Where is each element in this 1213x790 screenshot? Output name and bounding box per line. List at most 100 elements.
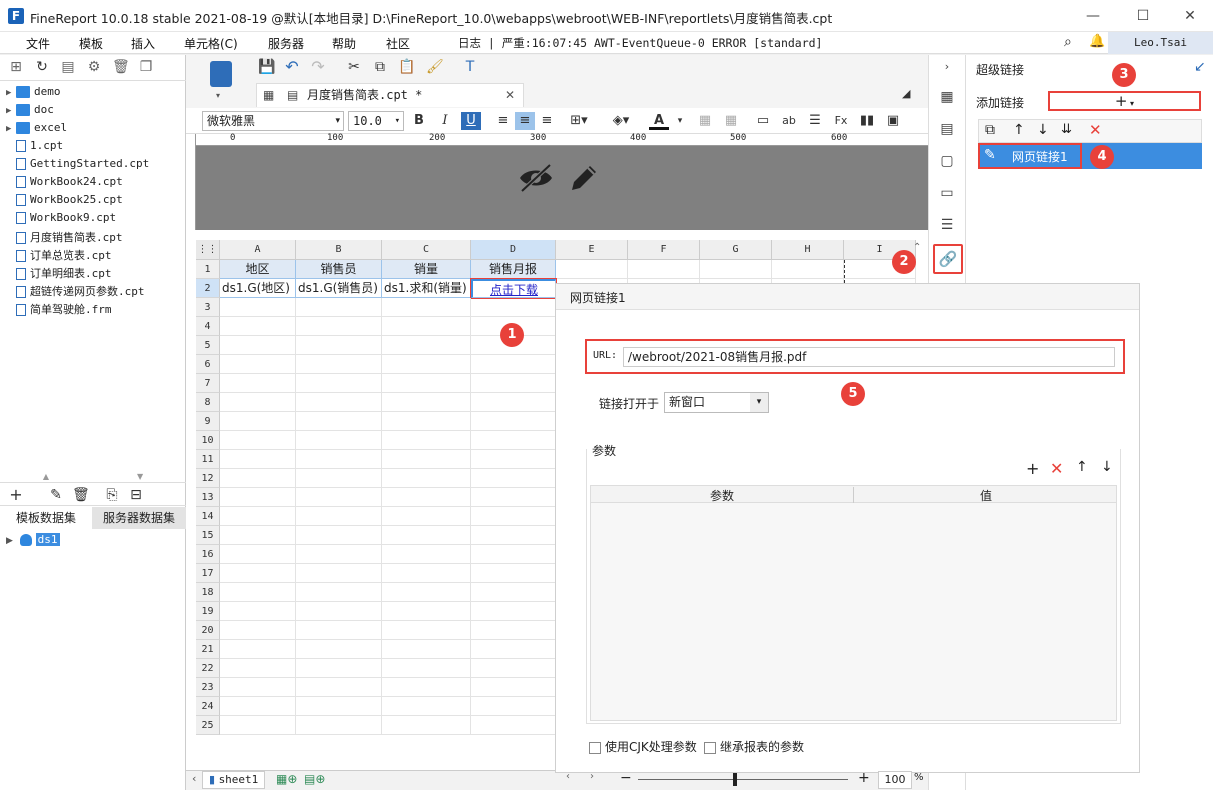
url-input[interactable]: /webroot/2021-08销售月报.pdf <box>623 347 1115 367</box>
italic-button[interactable]: I <box>435 112 455 130</box>
table-cell[interactable] <box>220 716 296 735</box>
zoom-thumb[interactable] <box>733 773 737 786</box>
table-cell[interactable] <box>471 355 556 374</box>
table-cell[interactable] <box>471 697 556 716</box>
header-cell[interactable]: 地区 <box>220 260 296 279</box>
table-cell[interactable] <box>296 678 382 697</box>
paste-icon[interactable]: 📋 <box>398 59 415 75</box>
tab-document[interactable]: ▦ ▤ 月度销售简表.cpt * ✕ <box>256 83 524 107</box>
table-cell[interactable] <box>382 469 471 488</box>
dataset-settings-icon[interactable]: ⊟ <box>128 487 144 503</box>
row-header[interactable]: 19 <box>196 602 220 621</box>
table-cell[interactable]: ds1.G(销售员) <box>296 279 382 298</box>
column-header[interactable]: C <box>382 240 471 260</box>
table-cell[interactable] <box>382 488 471 507</box>
menu-community[interactable]: 社区 <box>386 35 410 52</box>
refresh-icon[interactable]: ↻ <box>34 59 50 75</box>
merge-button[interactable]: ▦ <box>695 112 715 130</box>
row-header[interactable]: 14 <box>196 507 220 526</box>
close-icon[interactable]: ✕ <box>1170 4 1210 28</box>
cut-icon[interactable]: ✂ <box>346 59 362 75</box>
image-button[interactable]: ▣ <box>883 112 903 130</box>
add-form-sheet-icon[interactable]: ▤⊕ <box>304 772 325 786</box>
minimize-icon[interactable]: — <box>1073 4 1113 28</box>
table-cell[interactable] <box>382 374 471 393</box>
column-header[interactable]: E <box>556 240 628 260</box>
row-header[interactable]: 6 <box>196 355 220 374</box>
table-cell[interactable] <box>471 602 556 621</box>
table-cell[interactable] <box>772 260 844 279</box>
table-cell[interactable] <box>220 317 296 336</box>
table-cell[interactable] <box>296 507 382 526</box>
tree-item-folder[interactable]: ▶ excel <box>6 121 67 139</box>
param-down-icon[interactable]: ↓ <box>1101 459 1113 475</box>
table-cell[interactable] <box>220 336 296 355</box>
tree-item-file[interactable]: 1.cpt <box>6 139 63 157</box>
settings-icon[interactable]: ⚙ <box>86 59 102 75</box>
dataset-item[interactable]: ▶ ds1 <box>6 532 60 548</box>
edit-icon[interactable]: ✎ <box>48 487 64 503</box>
tree-item-file[interactable]: 简单驾驶舱.frm <box>6 301 112 319</box>
row-header[interactable]: 12 <box>196 469 220 488</box>
collapse-right-icon[interactable]: › <box>937 57 957 77</box>
tree-item-file[interactable]: 超链传递网页参数.cpt <box>6 283 145 301</box>
align-right-button[interactable]: ≡ <box>537 112 557 130</box>
table-cell[interactable] <box>220 678 296 697</box>
format-painter-icon[interactable]: 🖌 <box>426 59 444 75</box>
table-cell[interactable] <box>296 545 382 564</box>
row-header[interactable]: 13 <box>196 488 220 507</box>
table-cell[interactable] <box>382 583 471 602</box>
table-cell[interactable] <box>296 602 382 621</box>
add-dataset-icon[interactable]: + <box>8 487 24 503</box>
table-cell[interactable] <box>296 450 382 469</box>
table-cell[interactable] <box>471 583 556 602</box>
inherit-checkbox[interactable]: 继承报表的参数 <box>704 738 804 755</box>
row-header[interactable]: 22 <box>196 659 220 678</box>
pin-icon[interactable]: ↙ <box>1194 59 1206 75</box>
search-icon[interactable]: ⌕ <box>1064 34 1072 50</box>
table-cell[interactable] <box>220 564 296 583</box>
close-tab-icon[interactable]: ✕ <box>505 84 515 106</box>
delete-link-icon[interactable]: ✕ <box>1089 121 1102 139</box>
zoom-out-icon[interactable]: − <box>620 770 632 786</box>
row-header[interactable]: 17 <box>196 564 220 583</box>
table-cell[interactable] <box>382 393 471 412</box>
table-cell[interactable] <box>382 602 471 621</box>
collapse-ribbon-icon[interactable]: ◢ <box>902 87 910 100</box>
row-header[interactable]: 24 <box>196 697 220 716</box>
hyperlink-button[interactable]: 🔗 <box>933 244 963 274</box>
insert-row-button[interactable]: ▭ <box>753 112 773 130</box>
table-cell[interactable] <box>471 393 556 412</box>
tab-server-dataset[interactable]: 服务器数据集 <box>92 507 186 529</box>
column-header[interactable]: D <box>471 240 556 260</box>
row-header[interactable]: 23 <box>196 678 220 697</box>
menu-server[interactable]: 服务器 <box>268 35 304 52</box>
sheet-tab[interactable]: ▮ sheet1 <box>202 771 266 789</box>
table-cell[interactable] <box>382 697 471 716</box>
grid-corner[interactable]: ⋮⋮ <box>196 240 220 260</box>
new-folder-icon[interactable]: ⊞ <box>8 59 24 75</box>
splitter-arrows[interactable]: ▲ ▼ <box>0 473 186 481</box>
menu-help[interactable]: 帮助 <box>332 35 356 52</box>
scroll-left-icon[interactable]: ‹ <box>192 772 196 785</box>
table-cell[interactable] <box>700 260 772 279</box>
widget-icon[interactable]: ▢ <box>937 151 957 171</box>
row-header[interactable]: 18 <box>196 583 220 602</box>
table-cell[interactable] <box>471 564 556 583</box>
column-header[interactable]: G <box>700 240 772 260</box>
table-cell[interactable] <box>471 488 556 507</box>
row-header[interactable]: 4 <box>196 317 220 336</box>
table-cell[interactable] <box>382 355 471 374</box>
wrap-button[interactable]: ☰ <box>805 112 825 130</box>
tree-item-file[interactable]: 订单总览表.cpt <box>6 247 112 265</box>
table-cell[interactable] <box>220 507 296 526</box>
table-cell[interactable] <box>471 621 556 640</box>
bold-button[interactable]: B <box>409 112 429 130</box>
move-up-icon[interactable]: ↑ <box>1013 122 1025 138</box>
table-cell[interactable] <box>296 393 382 412</box>
open-in-select[interactable]: 新窗口 ▾ <box>664 392 769 413</box>
table-cell[interactable] <box>220 640 296 659</box>
zoom-right-icon[interactable]: › <box>590 771 594 782</box>
row-header[interactable]: 25 <box>196 716 220 735</box>
table-cell[interactable] <box>471 640 556 659</box>
